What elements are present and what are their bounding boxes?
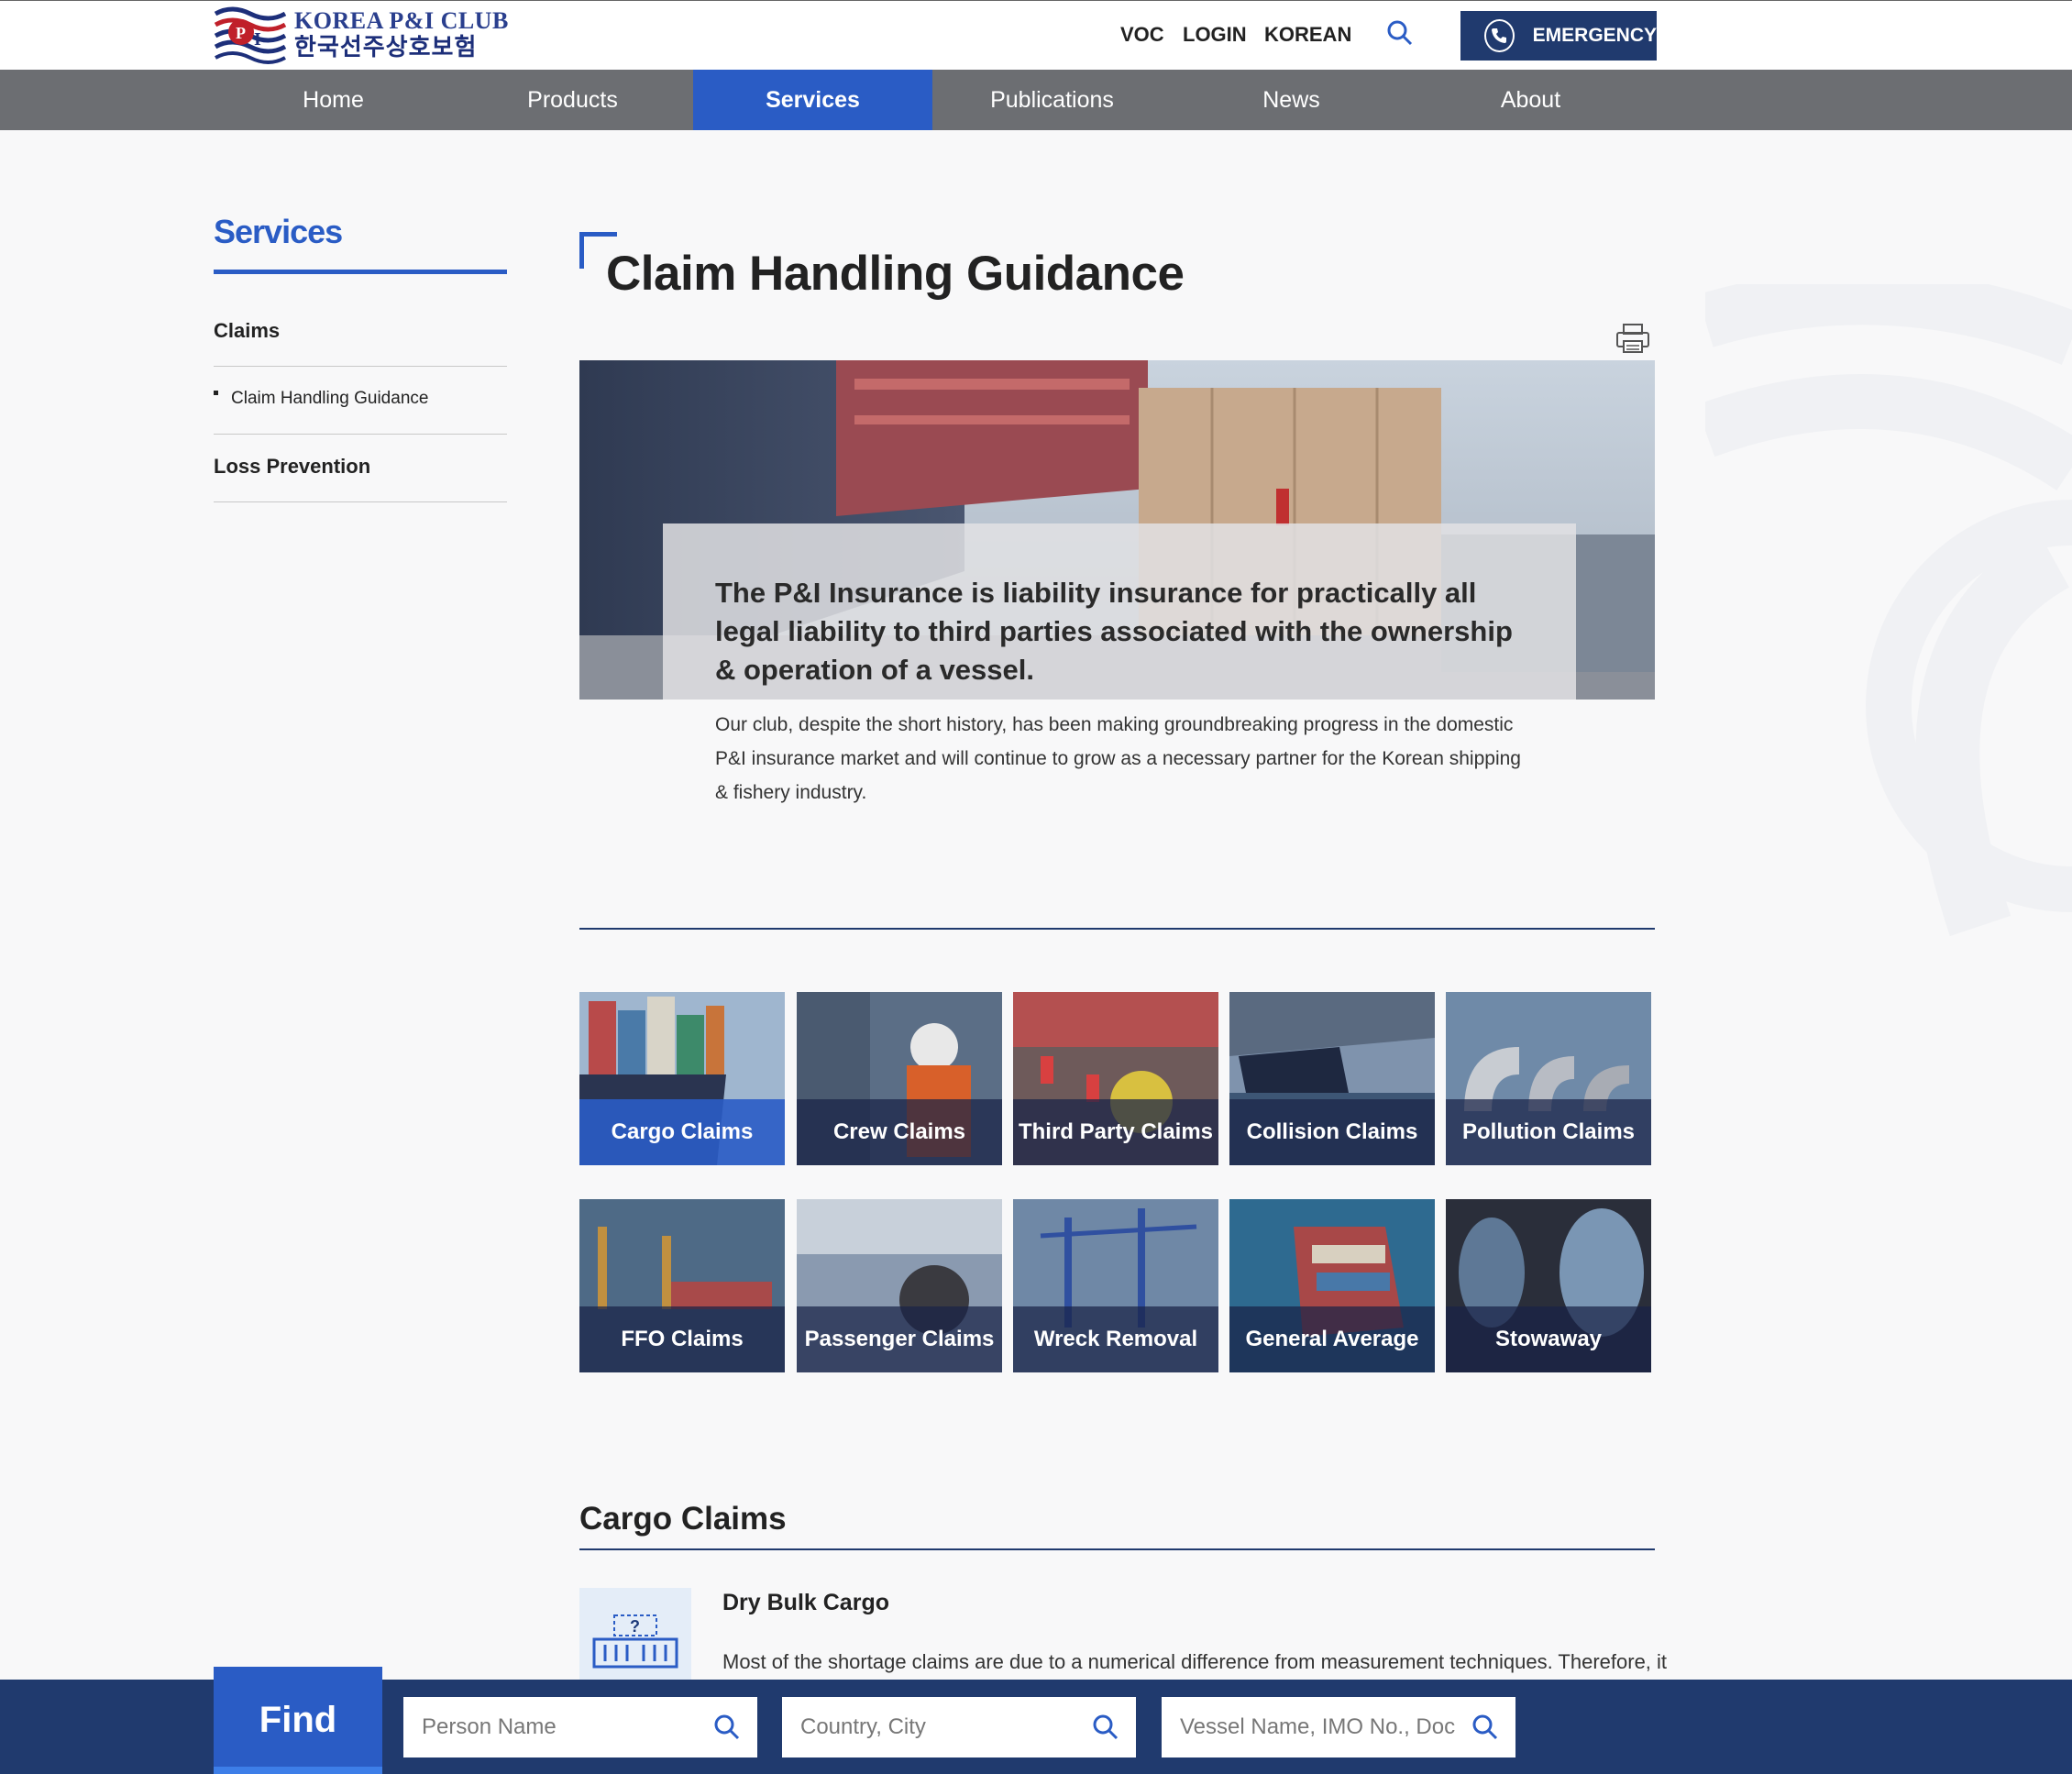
svg-text:P: P	[236, 24, 246, 42]
phone-icon	[1484, 19, 1515, 52]
tile-stowaway[interactable]: Stowaway	[1446, 1199, 1651, 1372]
tile-label: General Average	[1229, 1306, 1435, 1372]
sidebar-title: Services	[214, 213, 343, 250]
logo-mark-icon: P I	[214, 5, 287, 65]
hero-lead-text: The P&I Insurance is liability insurance…	[715, 577, 1513, 686]
tile-label: FFO Claims	[579, 1306, 785, 1372]
tile-passenger-claims[interactable]: Passenger Claims	[797, 1199, 1002, 1372]
tile-label: Cargo Claims	[579, 1099, 785, 1165]
tile-pollution-claims[interactable]: Pollution Claims	[1446, 992, 1651, 1165]
person-name-input[interactable]	[403, 1700, 697, 1755]
tile-general-average[interactable]: General Average	[1229, 1199, 1435, 1372]
sidebar-item-loss-prevention[interactable]: Loss Prevention	[214, 455, 370, 479]
vessel-search-input[interactable]	[1162, 1700, 1455, 1755]
tile-label: Passenger Claims	[797, 1306, 1002, 1372]
sidebar-title-underline	[214, 270, 507, 274]
section-title: Cargo Claims	[579, 1501, 787, 1537]
logo[interactable]: P I KOREA P&I CLUB 한국선주상호보험	[214, 5, 509, 65]
voc-link[interactable]: VOC	[1120, 23, 1164, 47]
logo-english-text: KOREA P&I CLUB	[294, 7, 509, 34]
page-title: Claim Handling Guidance	[606, 247, 1185, 301]
nav-item-about[interactable]: About	[1411, 70, 1650, 130]
tile-third-party-claims[interactable]: Third Party Claims	[1013, 992, 1218, 1165]
sidebar-item-claim-handling-guidance[interactable]: Claim Handling Guidance	[214, 389, 428, 409]
sidebar-sub-label: Claim Handling Guidance	[231, 389, 429, 408]
search-icon[interactable]	[1386, 19, 1414, 47]
search-icon[interactable]	[1092, 1713, 1119, 1741]
nav-item-publications[interactable]: Publications	[932, 70, 1172, 130]
logo-korean-text: 한국선주상호보험	[294, 34, 478, 61]
tile-label: Stowaway	[1446, 1306, 1651, 1372]
tile-label: Collision Claims	[1229, 1099, 1435, 1165]
tile-label: Wreck Removal	[1013, 1306, 1218, 1372]
vessel-search-field	[1162, 1697, 1515, 1757]
sidebar-item-claims[interactable]: Claims	[214, 319, 280, 343]
subsection-title: Dry Bulk Cargo	[722, 1590, 889, 1615]
country-city-field	[782, 1697, 1136, 1757]
svg-text:I: I	[254, 29, 261, 50]
tile-label: Third Party Claims	[1013, 1099, 1218, 1165]
bullet-icon	[214, 391, 218, 396]
nav-item-products[interactable]: Products	[453, 70, 692, 130]
sidebar-divider	[214, 434, 507, 435]
tile-wreck-removal[interactable]: Wreck Removal	[1013, 1199, 1218, 1372]
section-title-underline	[579, 1548, 1655, 1550]
sidebar-divider	[214, 501, 507, 502]
sidebar-divider	[214, 366, 507, 367]
tile-collision-claims[interactable]: Collision Claims	[1229, 992, 1435, 1165]
main-nav: Home Products Services Publications News…	[0, 70, 2072, 130]
person-name-field	[403, 1697, 757, 1757]
korean-language-link[interactable]: KOREAN	[1264, 23, 1351, 47]
nav-item-news[interactable]: News	[1172, 70, 1411, 130]
country-city-input[interactable]	[782, 1700, 1075, 1755]
nav-item-services[interactable]: Services	[693, 70, 932, 130]
tile-label: Pollution Claims	[1446, 1099, 1651, 1165]
section-divider	[579, 928, 1655, 930]
svg-text:?: ?	[630, 1617, 640, 1636]
tile-ffo-claims[interactable]: FFO Claims	[579, 1199, 785, 1372]
background-wave-watermark	[1695, 270, 2072, 999]
tile-crew-claims[interactable]: Crew Claims	[797, 992, 1002, 1165]
nav-item-home[interactable]: Home	[214, 70, 453, 130]
emergency-button[interactable]: EMERGENCY	[1460, 11, 1657, 61]
site-header: P I KOREA P&I CLUB 한국선주상호보험 VOC LOGIN KO…	[0, 0, 2072, 70]
login-link[interactable]: LOGIN	[1183, 23, 1247, 47]
tile-label: Crew Claims	[797, 1099, 1002, 1165]
subsection-text: Most of the shortage claims are due to a…	[722, 1650, 1668, 1673]
search-icon[interactable]	[713, 1713, 741, 1741]
emergency-label: EMERGENCY	[1532, 25, 1657, 46]
print-icon[interactable]	[1615, 323, 1650, 354]
find-label: Find	[214, 1667, 382, 1774]
tile-cargo-claims[interactable]: Cargo Claims	[579, 992, 785, 1165]
hero-body-text: Our club, despite the short history, has…	[715, 714, 1521, 803]
search-icon[interactable]	[1471, 1713, 1499, 1741]
